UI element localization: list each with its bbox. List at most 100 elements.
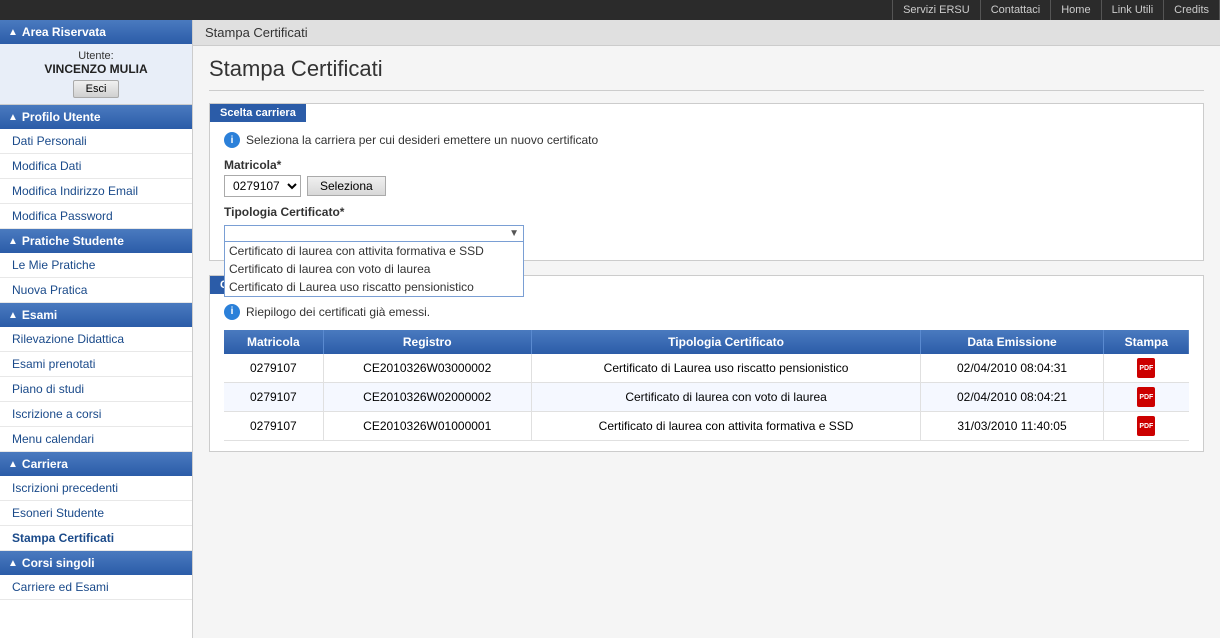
dropdown-item-2[interactable]: Certificato di Laurea uso riscatto pensi… [225, 278, 523, 296]
col-data-emissione: Data Emissione [921, 330, 1103, 354]
sidebar-item-menu-calendari[interactable]: Menu calendari [0, 427, 192, 452]
cell-stampa [1103, 382, 1189, 411]
matricola-row: 0279107 Seleziona [224, 175, 1189, 197]
pdf-download-button[interactable] [1137, 416, 1155, 436]
table-row: 0279107CE2010326W03000002Certificato di … [224, 354, 1189, 383]
col-registro: Registro [323, 330, 531, 354]
esami-arrow: ▲ [8, 310, 18, 321]
page-title: Stampa Certificati [209, 56, 1204, 91]
sidebar-item-stampa-certificati[interactable]: Stampa Certificati [0, 526, 192, 551]
profilo-arrow: ▲ [8, 112, 18, 123]
pratiche-arrow: ▲ [8, 236, 18, 247]
sidebar-corsi-header[interactable]: ▲ Corsi singoli [0, 551, 192, 575]
pdf-download-button[interactable] [1137, 387, 1155, 407]
carriera-label: Carriera [22, 457, 68, 471]
sidebar-carriera-header[interactable]: ▲ Carriera [0, 452, 192, 476]
main-layout: ▲ Area Riservata Utente: VINCENZO MULIA … [0, 20, 1220, 638]
table-body: 0279107CE2010326W03000002Certificato di … [224, 354, 1189, 441]
col-matricola: Matricola [224, 330, 323, 354]
nav-link-utili[interactable]: Link Utili [1102, 0, 1165, 20]
cell-matricola: 0279107 [224, 354, 323, 383]
riepilogo-text: Riepilogo dei certificati già emessi. [246, 305, 430, 319]
logout-button[interactable]: Esci [73, 80, 120, 98]
sidebar-item-carriera-ed-esami[interactable]: Carriere ed Esami [0, 575, 192, 600]
sidebar-item-iscrizione-a-corsi[interactable]: Iscrizione a corsi [0, 402, 192, 427]
cell-registro: CE2010326W03000002 [323, 354, 531, 383]
table-row: 0279107CE2010326W02000002Certificato di … [224, 382, 1189, 411]
cell-matricola: 0279107 [224, 382, 323, 411]
certificati-emessi-panel: Certificati Emessi i Riepilogo dei certi… [209, 275, 1204, 452]
sidebar-item-esami-prenotati[interactable]: Esami prenotati [0, 352, 192, 377]
cell-data_emissione: 02/04/2010 08:04:21 [921, 382, 1103, 411]
tipologia-dropdown-container: ▼ Certificato di laurea con attivita for… [224, 225, 524, 242]
sidebar-item-rilevazione-didattica[interactable]: Rilevazione Didattica [0, 327, 192, 352]
pratiche-label: Pratiche Studente [22, 234, 124, 248]
sidebar-item-dati-personali[interactable]: Dati Personali [0, 129, 192, 154]
cell-stampa [1103, 354, 1189, 383]
tipologia-dropdown-header[interactable]: ▼ [224, 225, 524, 242]
tipologia-group: Tipologia Certificato* ▼ Certificato di … [224, 205, 1189, 242]
table-header-row: Matricola Registro Tipologia Certificato… [224, 330, 1189, 354]
top-navigation: Servizi ERSU Contattaci Home Link Utili … [0, 0, 1220, 20]
sidebar-item-iscrizioni-precedenti[interactable]: Iscrizioni precedenti [0, 476, 192, 501]
sidebar-pratiche-header[interactable]: ▲ Pratiche Studente [0, 229, 192, 253]
corsi-label: Corsi singoli [22, 556, 95, 570]
breadcrumb-text: Stampa Certificati [205, 25, 308, 40]
scelta-carriera-tab[interactable]: Scelta carriera [210, 104, 306, 122]
corsi-arrow: ▲ [8, 558, 18, 569]
table-header: Matricola Registro Tipologia Certificato… [224, 330, 1189, 354]
dropdown-item-0[interactable]: Certificato di laurea con attivita forma… [225, 242, 523, 260]
nav-home[interactable]: Home [1051, 0, 1101, 20]
area-riservata-arrow: ▲ [8, 27, 18, 38]
certificati-emessi-body: i Riepilogo dei certificati già emessi. … [210, 294, 1203, 451]
cell-stampa [1103, 411, 1189, 440]
seleziona-button[interactable]: Seleziona [307, 176, 386, 196]
sidebar-profilo-header[interactable]: ▲ Profilo Utente [0, 105, 192, 129]
col-tipologia: Tipologia Certificato [531, 330, 921, 354]
sidebar-item-modifica-indirizzo-email[interactable]: Modifica Indirizzo Email [0, 179, 192, 204]
matricola-group: Matricola* 0279107 Seleziona [224, 158, 1189, 197]
dropdown-arrow-icon: ▼ [509, 228, 519, 239]
riepilogo-row: i Riepilogo dei certificati già emessi. [224, 304, 1189, 320]
table-row: 0279107CE2010326W01000001Certificato di … [224, 411, 1189, 440]
main-content: Stampa Certificati Scelta carriera i Sel… [193, 46, 1220, 476]
sidebar-esami-header[interactable]: ▲ Esami [0, 303, 192, 327]
sidebar-item-nuova-pratica[interactable]: Nuova Pratica [0, 278, 192, 303]
esami-label: Esami [22, 308, 57, 322]
cell-data_emissione: 31/03/2010 11:40:05 [921, 411, 1103, 440]
sidebar-item-modifica-password[interactable]: Modifica Password [0, 204, 192, 229]
utente-label: Utente: [4, 50, 188, 62]
sidebar-item-le-mie-pratiche[interactable]: Le Mie Pratiche [0, 253, 192, 278]
cell-matricola: 0279107 [224, 411, 323, 440]
matricola-select[interactable]: 0279107 [224, 175, 301, 197]
cell-data_emissione: 02/04/2010 08:04:31 [921, 354, 1103, 383]
info-text: Seleziona la carriera per cui desideri e… [246, 133, 598, 147]
sidebar-item-esoneri-studente[interactable]: Esoneri Studente [0, 501, 192, 526]
pdf-download-button[interactable] [1137, 358, 1155, 378]
sidebar-user-box: Utente: VINCENZO MULIA Esci [0, 44, 192, 105]
cell-tipologia: Certificato di laurea con attivita forma… [531, 411, 921, 440]
certificati-table: Matricola Registro Tipologia Certificato… [224, 330, 1189, 441]
main-content-area: Stampa Certificati Stampa Certificati Sc… [193, 20, 1220, 638]
scelta-carriera-body: i Seleziona la carriera per cui desideri… [210, 122, 1203, 260]
col-stampa: Stampa [1103, 330, 1189, 354]
nav-contattaci[interactable]: Contattaci [981, 0, 1052, 20]
sidebar-item-modifica-dati[interactable]: Modifica Dati [0, 154, 192, 179]
info-row: i Seleziona la carriera per cui desideri… [224, 132, 1189, 148]
cell-registro: CE2010326W01000001 [323, 411, 531, 440]
tipologia-label: Tipologia Certificato* [224, 205, 1189, 219]
scelta-carriera-panel: Scelta carriera i Seleziona la carriera … [209, 103, 1204, 261]
sidebar: ▲ Area Riservata Utente: VINCENZO MULIA … [0, 20, 193, 638]
main-breadcrumb: Stampa Certificati [193, 20, 1220, 46]
dropdown-item-1[interactable]: Certificato di laurea con voto di laurea [225, 260, 523, 278]
nav-credits[interactable]: Credits [1164, 0, 1220, 20]
info-icon: i [224, 132, 240, 148]
nav-servizi-ersu[interactable]: Servizi ERSU [892, 0, 981, 20]
cell-registro: CE2010326W02000002 [323, 382, 531, 411]
username-display: VINCENZO MULIA [4, 62, 188, 76]
sidebar-area-riservata-header[interactable]: ▲ Area Riservata [0, 20, 192, 44]
sidebar-item-piano-di-studi[interactable]: Piano di studi [0, 377, 192, 402]
profilo-label: Profilo Utente [22, 110, 101, 124]
area-riservata-label: Area Riservata [22, 25, 106, 39]
matricola-label: Matricola* [224, 158, 1189, 172]
